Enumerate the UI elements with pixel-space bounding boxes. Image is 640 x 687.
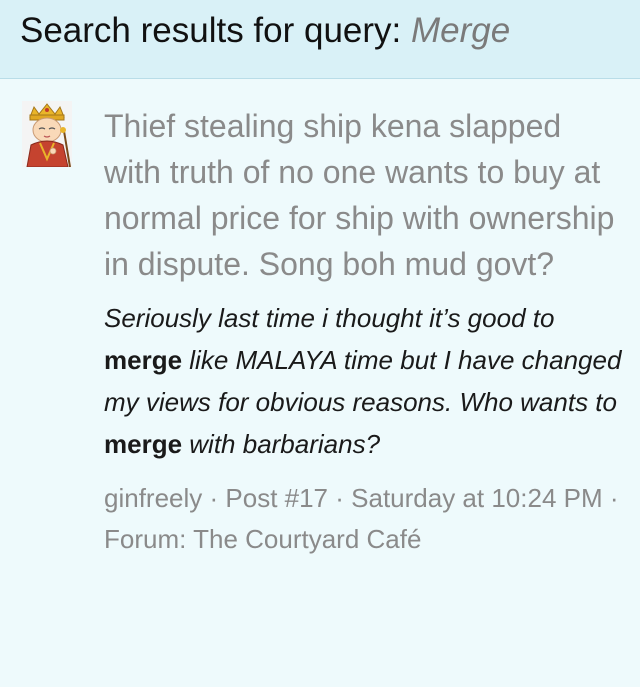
title-prefix: Search results for query: (20, 11, 411, 50)
result-snippet: Seriously last time i thought it’s good … (104, 297, 624, 465)
meta-separator: · (328, 483, 352, 513)
forum-label: Forum: (104, 524, 194, 554)
monk-avatar-icon[interactable] (22, 101, 72, 168)
forum-link[interactable]: The Courtyard Café (193, 524, 421, 554)
thread-title-link[interactable]: Thief stealing ship kena slapped with tr… (104, 103, 624, 287)
snippet-text-3: with barbarians? (182, 429, 381, 459)
snippet-text-2: like MALAYA time but I have changed my v… (104, 345, 622, 417)
search-results-header: Search results for query: Merge (0, 0, 640, 79)
post-time: Saturday at 10:24 PM (351, 483, 603, 513)
meta-separator: · (602, 483, 619, 513)
author-link[interactable]: ginfreely (104, 483, 202, 513)
snippet-text-1: Seriously last time i thought it’s good … (104, 303, 555, 333)
post-number: Post #17 (225, 483, 329, 513)
meta-separator: · (202, 483, 226, 513)
page-title: Search results for query: Merge (20, 10, 510, 52)
query-highlight: merge (104, 345, 183, 375)
query-highlight: merge (104, 429, 183, 459)
search-query: Merge (411, 11, 511, 50)
result-meta: ginfreely · Post #17 · Saturday at 10:24… (104, 478, 624, 560)
search-result: Thief stealing ship kena slapped with tr… (104, 103, 624, 560)
